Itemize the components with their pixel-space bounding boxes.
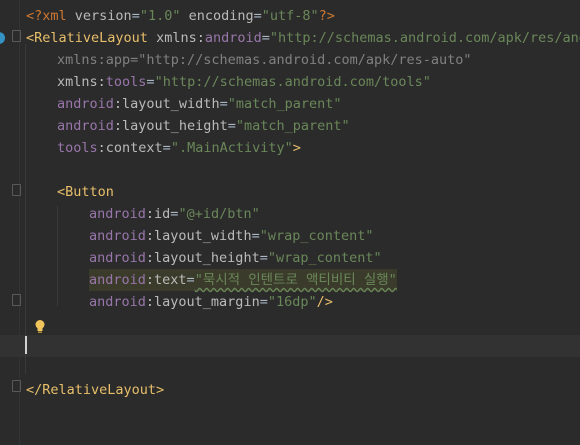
- code-token: :context: [97, 140, 163, 156]
- code-token: =: [259, 250, 268, 266]
- code-token: android: [57, 96, 114, 112]
- code-token: "wrap_content": [267, 250, 382, 266]
- lightbulb-icon[interactable]: [34, 319, 46, 333]
- code-token: android: [204, 30, 262, 46]
- code-line[interactable]: <Button: [0, 181, 580, 203]
- code-editor[interactable]: <?xml version="1.0" encoding="utf-8"?> <R…: [0, 0, 580, 445]
- code-line[interactable]: [0, 335, 580, 357]
- code-line[interactable]: </RelativeLayout>: [0, 379, 580, 401]
- code-token: tools: [57, 140, 98, 156]
- code-line-content: tools:context=".MainActivity">: [57, 137, 301, 159]
- code-line-content: android:text="묵시적 인텐트로 액티비티 실행": [89, 269, 397, 291]
- code-line-content: android:layout_margin="16dp"/>: [89, 291, 333, 313]
- code-line-content: </RelativeLayout>: [26, 379, 164, 401]
- code-line[interactable]: <RelativeLayout xmlns:android="http://sc…: [0, 27, 580, 49]
- code-token: xmlns:: [156, 30, 205, 46]
- code-line[interactable]: xmlns:tools="http://schemas.android.com/…: [0, 71, 580, 93]
- code-token: "http://schemas.android.com/tools": [154, 74, 431, 90]
- code-line-content: android:layout_height="match_parent": [57, 115, 350, 137]
- code-line[interactable]: android:layout_width="match_parent": [0, 93, 580, 115]
- code-token: "match_parent": [235, 118, 350, 134]
- code-token: :layout_height: [145, 250, 260, 266]
- code-line[interactable]: tools:context=".MainActivity">: [0, 137, 580, 159]
- code-line[interactable]: [0, 159, 580, 181]
- code-line-content: xmlns:app="http://schemas.android.com/ap…: [57, 49, 472, 71]
- code-line-content: android:layout_height="wrap_content": [89, 247, 382, 269]
- code-token: :layout_margin: [145, 294, 260, 310]
- code-token: :id: [145, 206, 171, 222]
- code-line-content: android:layout_width="wrap_content": [89, 225, 374, 247]
- code-token: :layout_width: [145, 228, 252, 244]
- code-line-content: <?xml version="1.0" encoding="utf-8"?>: [26, 5, 335, 27]
- code-line[interactable]: [0, 357, 580, 379]
- code-line[interactable]: android:id="@+id/btn": [0, 203, 580, 225]
- code-line[interactable]: android:layout_height="wrap_content": [0, 247, 580, 269]
- code-line-content: android:id="@+id/btn": [89, 203, 260, 225]
- code-token: "http://schemas.android.com/apk/res/andr: [269, 30, 580, 46]
- code-token: :layout_height: [113, 118, 228, 134]
- code-token: "wrap_content": [259, 228, 374, 244]
- code-token: xml: [42, 8, 75, 24]
- code-token: >: [292, 140, 301, 156]
- code-token: "묵시적 인텐트로 액티비티 실행": [194, 272, 397, 288]
- code-line[interactable]: <?xml version="1.0" encoding="utf-8"?>: [0, 5, 580, 27]
- code-token: <: [26, 30, 35, 46]
- code-token: =: [251, 228, 260, 244]
- code-token: =: [131, 8, 140, 24]
- code-line[interactable]: android:layout_width="wrap_content": [0, 225, 580, 247]
- indent-guide: [25, 44, 26, 374]
- code-token: android: [57, 118, 114, 134]
- code-token: android: [89, 294, 146, 310]
- code-token: android: [89, 228, 146, 244]
- code-token: "1.0": [139, 8, 181, 24]
- indent-guide: [57, 206, 58, 306]
- code-token: =: [261, 30, 270, 46]
- code-token: ?>: [318, 8, 335, 24]
- code-token: <?: [26, 8, 43, 24]
- code-token: xmlns:: [57, 74, 106, 90]
- code-token: =: [259, 294, 268, 310]
- code-token: =: [253, 8, 262, 24]
- code-token: =: [186, 272, 195, 288]
- code-line[interactable]: [0, 313, 580, 335]
- code-token: :text: [145, 272, 187, 288]
- code-token: <Button: [57, 184, 114, 200]
- code-line[interactable]: xmlns:app="http://schemas.android.com/ap…: [0, 49, 580, 71]
- code-token: />: [316, 294, 333, 310]
- code-token: </RelativeLayout>: [26, 382, 165, 398]
- code-token: "http://schemas.android.com/apk/res-auto…: [138, 52, 472, 68]
- code-token: "16dp": [267, 294, 317, 310]
- code-area[interactable]: <?xml version="1.0" encoding="utf-8"?> <R…: [0, 0, 580, 445]
- code-token: =: [227, 118, 236, 134]
- code-token: encoding: [180, 8, 254, 24]
- code-token: tools: [105, 74, 147, 90]
- code-line[interactable]: android:layout_margin="16dp"/>: [0, 291, 580, 313]
- code-token: version: [74, 8, 132, 24]
- code-line-content: android:layout_width="match_parent": [57, 93, 342, 115]
- code-token: :layout_width: [113, 96, 220, 112]
- code-token: RelativeLayout: [34, 30, 157, 46]
- code-token: "@+id/btn": [178, 206, 260, 222]
- code-token: =: [219, 96, 228, 112]
- code-token: android: [89, 250, 146, 266]
- code-token: android: [89, 206, 146, 222]
- code-token: xmlns:app=: [57, 52, 139, 68]
- code-line[interactable]: android:text="묵시적 인텐트로 액티비티 실행": [0, 269, 580, 291]
- code-token: "utf-8": [261, 8, 319, 24]
- code-line-content: xmlns:tools="http://schemas.android.com/…: [57, 71, 431, 93]
- code-token: ".MainActivity": [170, 140, 293, 156]
- code-line-content: <RelativeLayout xmlns:android="http://sc…: [26, 27, 580, 49]
- code-line-content: <Button: [57, 181, 114, 203]
- code-token: =: [162, 140, 171, 156]
- code-line[interactable]: android:layout_height="match_parent": [0, 115, 580, 137]
- code-token: "match_parent": [227, 96, 342, 112]
- code-token: android: [89, 272, 146, 288]
- code-token: =: [146, 74, 155, 90]
- text-caret: [25, 336, 27, 354]
